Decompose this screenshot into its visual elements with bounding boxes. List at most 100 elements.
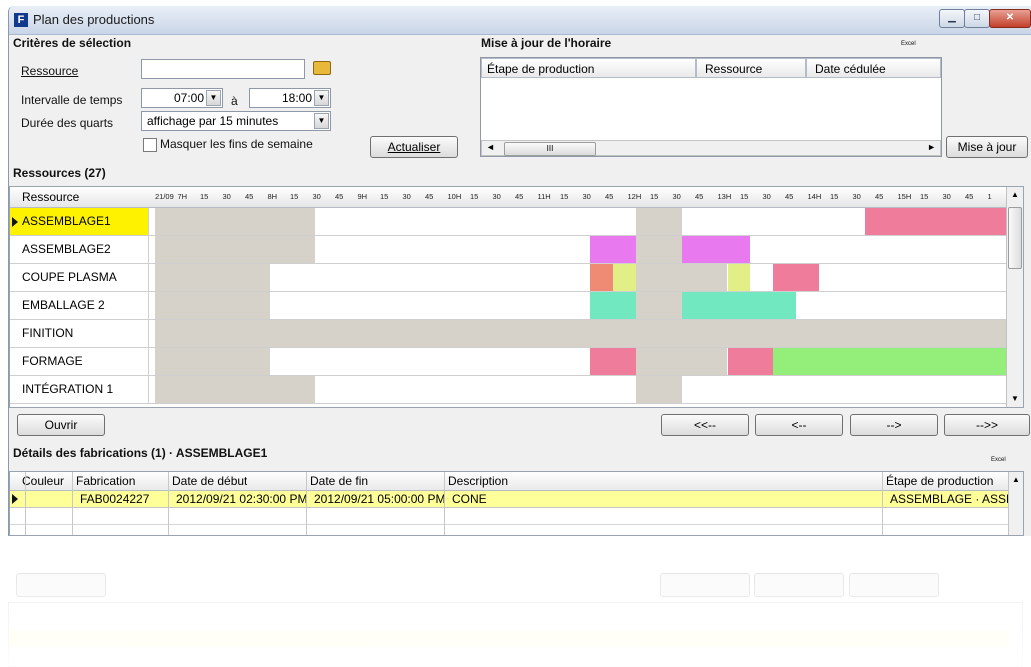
resource-row[interactable]: EMBALLAGE 2 (10, 292, 1015, 320)
schedule-block[interactable] (155, 236, 316, 263)
schedule-block[interactable] (727, 264, 751, 291)
scroll-thumb[interactable]: III (504, 142, 596, 156)
schedule-block[interactable] (155, 208, 316, 235)
column-header-label: Date cédulée (815, 62, 886, 76)
timeline-tick: 15H (897, 192, 912, 201)
refresh-button[interactable]: Actualiser (370, 136, 458, 158)
schedule-block[interactable] (590, 292, 636, 319)
timeline-tick: 30 (312, 192, 321, 201)
horizontal-scrollbar[interactable]: ◄ III ► (481, 140, 941, 156)
previous-page-button[interactable]: <-- (755, 414, 843, 436)
timeline-tick: 45 (695, 192, 704, 201)
schedule-block[interactable] (864, 208, 1023, 235)
resource-name: FORMAGE (10, 348, 149, 375)
schedule-update-heading: Mise à jour de l'horaire (481, 36, 612, 50)
schedule-block[interactable] (590, 264, 613, 291)
resource-row[interactable]: FINITION (10, 320, 1023, 348)
maximize-button[interactable]: □ (964, 9, 990, 28)
chevron-down-icon[interactable]: ▼ (206, 90, 221, 106)
scroll-up-icon[interactable]: ▲ (1012, 475, 1020, 484)
next-page-button[interactable]: --> (850, 414, 938, 436)
end-time-input[interactable]: 18:00 ▼ (249, 88, 331, 108)
details-vertical-scrollbar[interactable]: ▲ (1008, 472, 1023, 535)
column-header[interactable]: Ressource (696, 58, 806, 78)
schedule-block[interactable] (155, 376, 316, 403)
schedule-block[interactable] (681, 264, 728, 291)
chevron-down-icon[interactable]: ▼ (314, 113, 329, 129)
last-page-button[interactable]: -->> (944, 414, 1030, 436)
schedule-block[interactable] (773, 348, 1023, 375)
column-header[interactable]: Fabrication (76, 474, 135, 488)
resource-label[interactable]: Ressource (21, 64, 78, 78)
schedule-block[interactable] (155, 292, 270, 319)
folder-open-icon[interactable] (313, 61, 331, 75)
column-header[interactable]: Date de fin (310, 474, 368, 488)
details-grid: Couleur Fabrication Date de début Date d… (9, 471, 1024, 536)
schedule-block[interactable] (635, 376, 682, 403)
schedule-block[interactable] (635, 208, 682, 235)
timeline-tick: 30 (222, 192, 231, 201)
reflection-fade (0, 540, 1031, 667)
resource-column-header[interactable]: Ressource (22, 190, 79, 204)
schedule-block[interactable] (590, 236, 636, 263)
schedule-block[interactable] (681, 236, 751, 263)
hide-weekends-checkbox[interactable] (143, 138, 157, 152)
timeline-tick: 10H (447, 192, 462, 201)
resource-row[interactable]: FORMAGE (10, 348, 1023, 376)
schedule-block[interactable] (773, 264, 820, 291)
timeline-tick: 15 (200, 192, 209, 201)
schedule-block[interactable] (155, 320, 1023, 347)
table-row[interactable]: FAB0024227 2012/09/21 02:30:00 PM 2012/0… (10, 491, 1010, 508)
schedule-block[interactable] (155, 348, 270, 375)
end-time-value: 18:00 (281, 91, 312, 105)
schedule-block[interactable] (635, 236, 682, 263)
scroll-left-icon[interactable]: ◄ (486, 142, 495, 152)
chevron-down-icon[interactable]: ▼ (314, 90, 329, 106)
scroll-thumb[interactable] (1008, 207, 1022, 269)
schedule-block[interactable] (590, 348, 636, 375)
scroll-right-icon[interactable]: ► (927, 142, 936, 152)
scroll-up-icon[interactable]: ▲ (1011, 190, 1019, 199)
timeline-tick: 45 (245, 192, 254, 201)
column-header[interactable]: Couleur (22, 474, 64, 488)
fabrication-cell: FAB0024227 (80, 492, 150, 506)
timeline-tick: 15 (560, 192, 569, 201)
schedule-block[interactable] (681, 292, 797, 319)
schedule-block[interactable] (155, 264, 270, 291)
timeline-tick: 13H (717, 192, 732, 201)
schedule-block[interactable] (635, 292, 682, 319)
resource-name: ASSEMBLAGE1 (10, 208, 149, 235)
schedule-block[interactable] (681, 348, 728, 375)
resource-input[interactable] (141, 59, 305, 79)
first-page-button[interactable]: <<-- (661, 414, 749, 436)
close-button[interactable]: ✕ (989, 9, 1031, 28)
column-header[interactable]: Date de début (172, 474, 247, 488)
shift-select[interactable]: affichage par 15 minutes ▼ (141, 111, 331, 131)
minimize-button[interactable]: ▁ (939, 9, 965, 28)
open-button[interactable]: Ouvrir (17, 414, 105, 436)
column-header[interactable]: Étape de production (481, 58, 696, 78)
timeline-tick: 21/09 (155, 192, 174, 201)
resource-name: EMBALLAGE 2 (10, 292, 149, 319)
column-header-label: Ressource (705, 62, 763, 76)
empty-row (10, 508, 1010, 525)
vertical-scrollbar[interactable]: ▲ ▼ (1006, 187, 1023, 407)
resource-row[interactable]: ASSEMBLAGE2 (10, 236, 1015, 264)
schedule-block[interactable] (727, 348, 774, 375)
resource-row[interactable]: COUPE PLASMA (10, 264, 1015, 292)
timeline-tick: 1 (987, 192, 992, 201)
resource-row[interactable]: ASSEMBLAGE1 (10, 208, 1023, 236)
column-header[interactable]: Étape de production (886, 474, 993, 488)
scroll-down-icon[interactable]: ▼ (1011, 394, 1019, 403)
schedule-block[interactable] (613, 264, 636, 291)
start-time-input[interactable]: 07:00 ▼ (141, 88, 223, 108)
column-header[interactable]: Description (448, 474, 508, 488)
schedule-block[interactable] (635, 264, 682, 291)
update-button[interactable]: Mise à jour (946, 136, 1028, 158)
schedule-block[interactable] (635, 348, 682, 375)
resource-row[interactable]: INTÉGRATION 1 (10, 376, 1015, 404)
timeline-tick: 45 (335, 192, 344, 201)
column-header[interactable]: Date cédulée (806, 58, 941, 78)
timeline-tick: 8H (267, 192, 278, 201)
step-cell: ASSEMBLAGE · ASSEMBL (890, 492, 1008, 506)
